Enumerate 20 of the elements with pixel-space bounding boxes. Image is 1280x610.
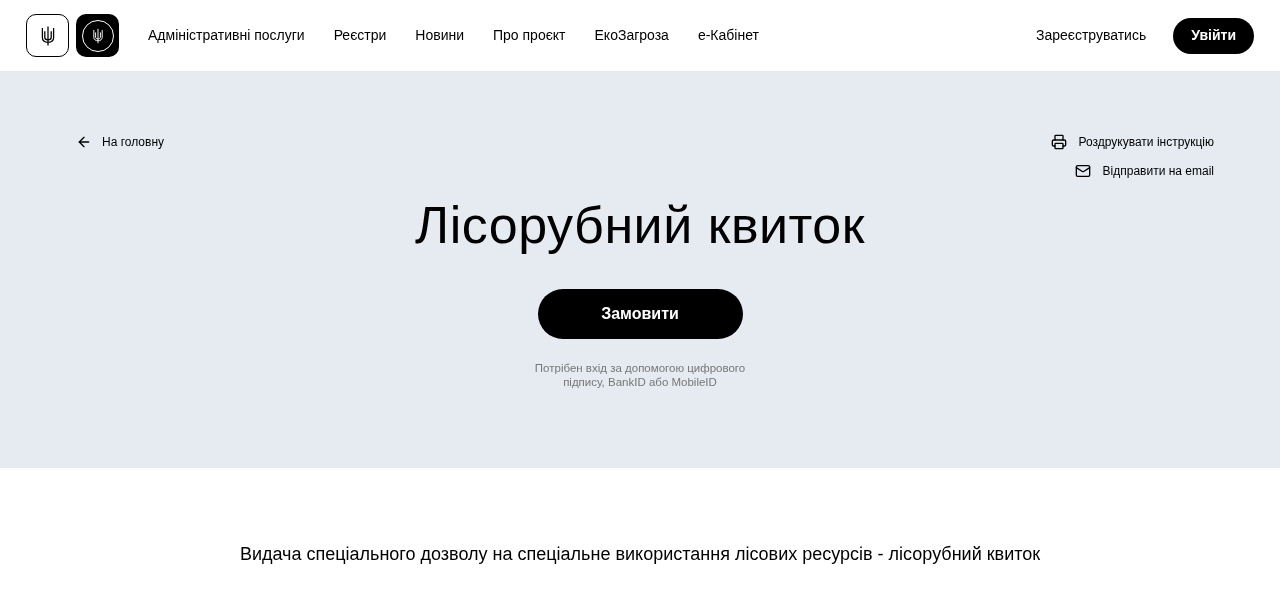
arrow-left-icon: [76, 134, 92, 150]
nav-link[interactable]: е-Кабінет: [697, 25, 759, 46]
printer-icon: [1050, 134, 1067, 150]
action-link[interactable]: Роздрукувати інструкцію: [1050, 133, 1214, 151]
nav-link[interactable]: Адміністративні послуги: [148, 25, 305, 46]
login-note: Потрібен вхід за допомогою цифрового підпису, BankID або MobileID: [533, 361, 747, 389]
nav-link[interactable]: Новини: [415, 25, 464, 46]
logo[interactable]: [76, 14, 119, 57]
action-link[interactable]: Відправити на email: [1074, 162, 1214, 180]
trident-icon: [39, 23, 56, 48]
register-link[interactable]: Зареєструватись: [1035, 25, 1147, 46]
service-description: Видача спеціального дозволу на спеціальне використання лісових ресурсів - лісорубний квиток: [238, 543, 1042, 566]
logo[interactable]: [26, 14, 69, 57]
mail-icon: [1074, 163, 1091, 179]
order-button[interactable]: Замовити: [537, 289, 743, 339]
nav-link[interactable]: Реєстри: [333, 25, 387, 46]
nav-link[interactable]: Про проєкт: [493, 25, 566, 46]
nav-link[interactable]: ЕкоЗагроза: [594, 25, 669, 46]
login-button[interactable]: Увійти: [1173, 17, 1254, 54]
back-link[interactable]: На головну: [76, 133, 164, 151]
